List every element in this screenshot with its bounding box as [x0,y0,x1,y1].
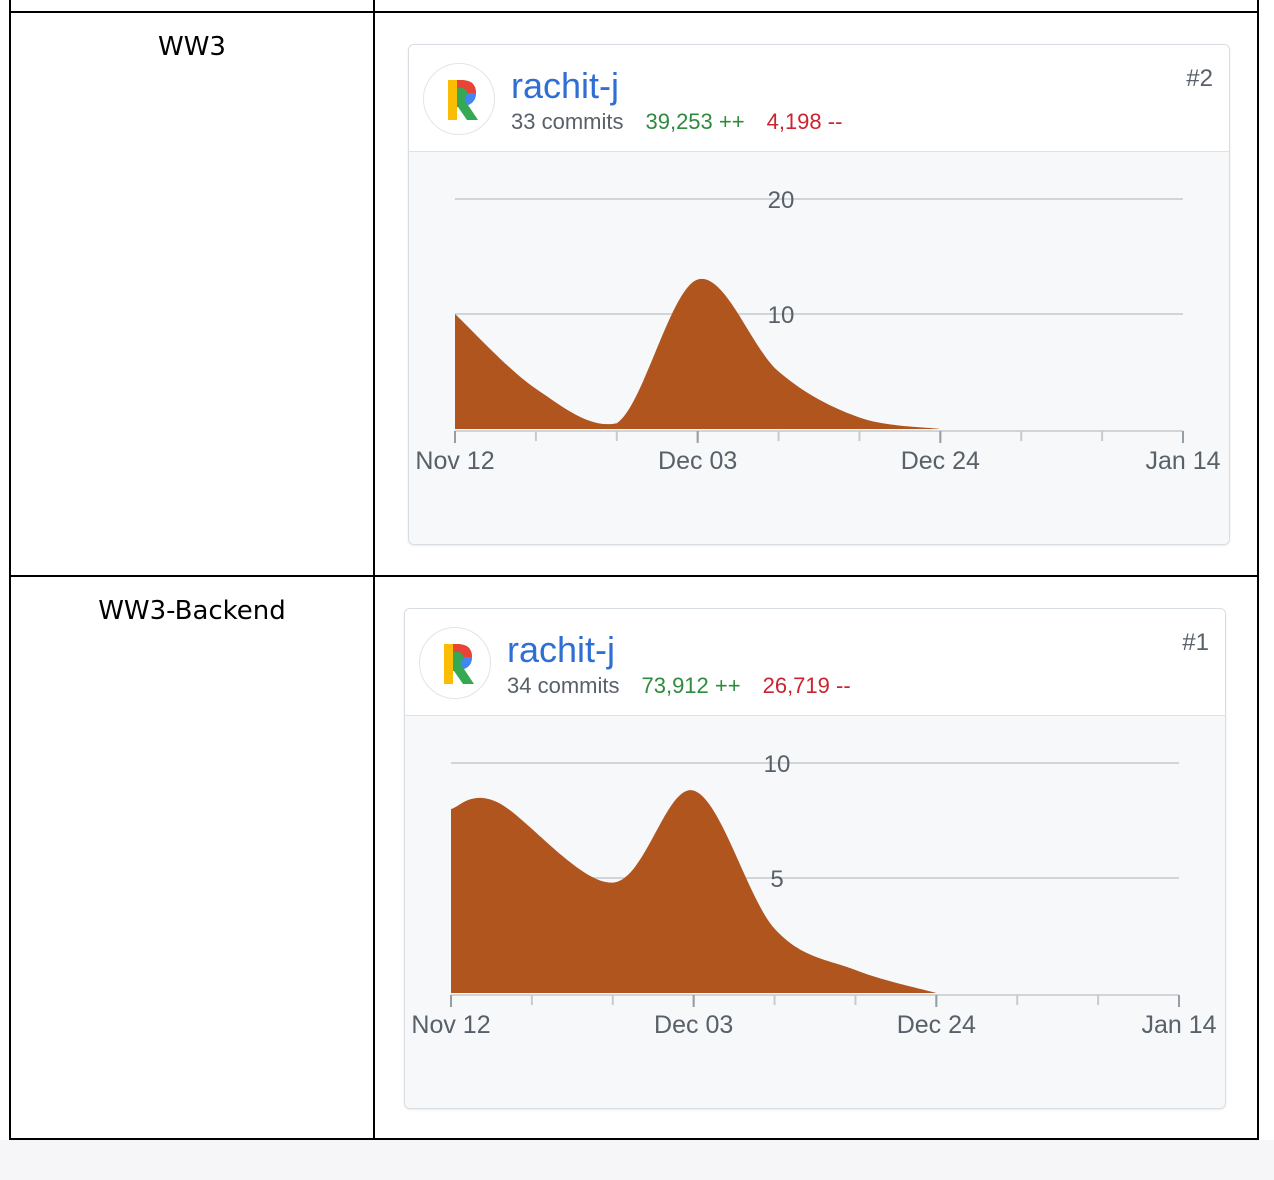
contributors-table: WW3 rachit-j 33 commits 39,253 ++ 4,198 --… [0,0,1274,1140]
commit-activity-area[interactable] [455,278,941,429]
commit-activity-area[interactable] [451,790,937,993]
y-tick-label: 10 [768,302,795,329]
table-row-divider [9,575,1259,577]
x-tick-label: Dec 03 [654,1011,733,1039]
project-name: WW3-Backend [98,596,286,626]
y-tick-label: 20 [768,187,795,214]
y-tick-label: 5 [770,866,783,893]
table-border-bottom [9,1138,1259,1140]
x-tick-label: Dec 03 [658,447,737,475]
table-border-right [1257,0,1259,1140]
table-border-top [9,11,1259,13]
contributor-card: rachit-j 34 commits 73,912 ++ 26,719 -- #1… [404,608,1226,1109]
y-tick-label: 10 [764,751,791,778]
x-tick-label: Nov 12 [415,447,494,475]
x-tick-label: Dec 24 [897,1011,976,1039]
contributor-card: rachit-j 33 commits 39,253 ++ 4,198 -- #2 … [408,44,1230,545]
x-tick-label: Nov 12 [411,1011,490,1039]
x-tick-label: Jan 14 [1141,1011,1216,1039]
table-border-left [9,0,11,1140]
project-name: WW3 [158,32,226,62]
x-tick-label: Jan 14 [1145,447,1220,475]
contribution-chart[interactable]: 10 20 Nov 12 Dec 03 Dec 24 Jan 14 [409,45,1229,544]
table-column-divider [373,0,375,1140]
x-tick-label: Dec 24 [901,447,980,475]
contribution-chart[interactable]: 5 10 Nov 12 Dec 03 Dec 24 Jan 14 [405,609,1225,1108]
